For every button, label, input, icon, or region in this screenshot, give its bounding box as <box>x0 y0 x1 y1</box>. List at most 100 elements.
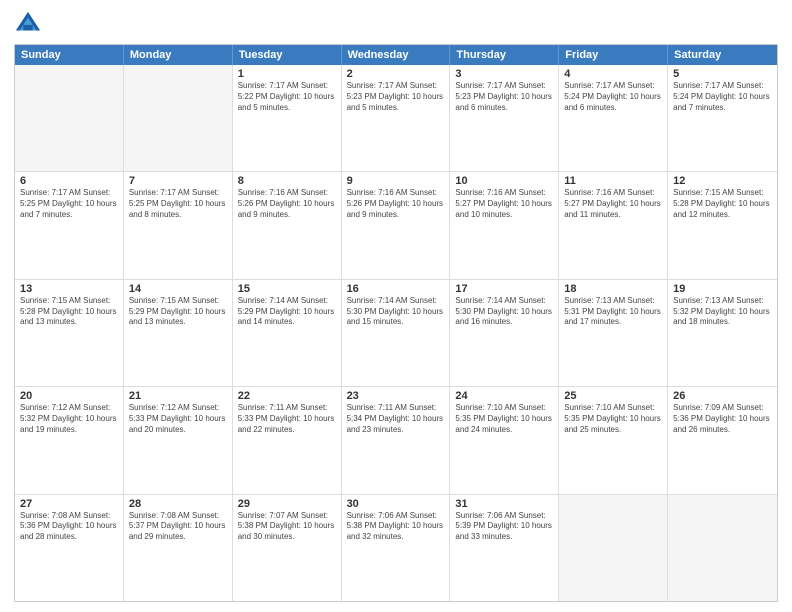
day-number: 8 <box>238 175 336 187</box>
header-day-wednesday: Wednesday <box>342 45 451 65</box>
day-number: 20 <box>20 390 118 402</box>
cell-info: Sunrise: 7:17 AM Sunset: 5:23 PM Dayligh… <box>455 81 553 113</box>
calendar-cell: 29Sunrise: 7:07 AM Sunset: 5:38 PM Dayli… <box>233 495 342 601</box>
cell-info: Sunrise: 7:11 AM Sunset: 5:33 PM Dayligh… <box>238 403 336 435</box>
cell-info: Sunrise: 7:13 AM Sunset: 5:32 PM Dayligh… <box>673 296 772 328</box>
cell-info: Sunrise: 7:16 AM Sunset: 5:27 PM Dayligh… <box>455 188 553 220</box>
cell-info: Sunrise: 7:14 AM Sunset: 5:29 PM Dayligh… <box>238 296 336 328</box>
header <box>14 10 778 38</box>
calendar-cell: 5Sunrise: 7:17 AM Sunset: 5:24 PM Daylig… <box>668 65 777 171</box>
day-number: 12 <box>673 175 772 187</box>
calendar-cell: 21Sunrise: 7:12 AM Sunset: 5:33 PM Dayli… <box>124 387 233 493</box>
calendar-week-1: 1Sunrise: 7:17 AM Sunset: 5:22 PM Daylig… <box>15 65 777 171</box>
header-day-saturday: Saturday <box>668 45 777 65</box>
day-number: 22 <box>238 390 336 402</box>
calendar-header: SundayMondayTuesdayWednesdayThursdayFrid… <box>15 45 777 65</box>
day-number: 28 <box>129 498 227 510</box>
cell-info: Sunrise: 7:12 AM Sunset: 5:32 PM Dayligh… <box>20 403 118 435</box>
calendar-cell: 4Sunrise: 7:17 AM Sunset: 5:24 PM Daylig… <box>559 65 668 171</box>
calendar-cell: 26Sunrise: 7:09 AM Sunset: 5:36 PM Dayli… <box>668 387 777 493</box>
calendar-cell: 31Sunrise: 7:06 AM Sunset: 5:39 PM Dayli… <box>450 495 559 601</box>
calendar-cell: 9Sunrise: 7:16 AM Sunset: 5:26 PM Daylig… <box>342 172 451 278</box>
day-number: 17 <box>455 283 553 295</box>
calendar-week-3: 13Sunrise: 7:15 AM Sunset: 5:28 PM Dayli… <box>15 279 777 386</box>
cell-info: Sunrise: 7:06 AM Sunset: 5:38 PM Dayligh… <box>347 511 445 543</box>
cell-info: Sunrise: 7:15 AM Sunset: 5:28 PM Dayligh… <box>673 188 772 220</box>
calendar-cell <box>559 495 668 601</box>
calendar-cell: 28Sunrise: 7:08 AM Sunset: 5:37 PM Dayli… <box>124 495 233 601</box>
day-number: 29 <box>238 498 336 510</box>
day-number: 27 <box>20 498 118 510</box>
cell-info: Sunrise: 7:17 AM Sunset: 5:24 PM Dayligh… <box>673 81 772 113</box>
calendar: SundayMondayTuesdayWednesdayThursdayFrid… <box>14 44 778 602</box>
cell-info: Sunrise: 7:16 AM Sunset: 5:26 PM Dayligh… <box>238 188 336 220</box>
cell-info: Sunrise: 7:17 AM Sunset: 5:24 PM Dayligh… <box>564 81 662 113</box>
cell-info: Sunrise: 7:06 AM Sunset: 5:39 PM Dayligh… <box>455 511 553 543</box>
day-number: 4 <box>564 68 662 80</box>
cell-info: Sunrise: 7:15 AM Sunset: 5:29 PM Dayligh… <box>129 296 227 328</box>
day-number: 21 <box>129 390 227 402</box>
cell-info: Sunrise: 7:17 AM Sunset: 5:22 PM Dayligh… <box>238 81 336 113</box>
calendar-cell: 30Sunrise: 7:06 AM Sunset: 5:38 PM Dayli… <box>342 495 451 601</box>
calendar-cell: 11Sunrise: 7:16 AM Sunset: 5:27 PM Dayli… <box>559 172 668 278</box>
cell-info: Sunrise: 7:10 AM Sunset: 5:35 PM Dayligh… <box>455 403 553 435</box>
cell-info: Sunrise: 7:10 AM Sunset: 5:35 PM Dayligh… <box>564 403 662 435</box>
calendar-cell: 1Sunrise: 7:17 AM Sunset: 5:22 PM Daylig… <box>233 65 342 171</box>
calendar-week-5: 27Sunrise: 7:08 AM Sunset: 5:36 PM Dayli… <box>15 494 777 601</box>
cell-info: Sunrise: 7:14 AM Sunset: 5:30 PM Dayligh… <box>347 296 445 328</box>
header-day-friday: Friday <box>559 45 668 65</box>
day-number: 2 <box>347 68 445 80</box>
calendar-cell: 14Sunrise: 7:15 AM Sunset: 5:29 PM Dayli… <box>124 280 233 386</box>
cell-info: Sunrise: 7:16 AM Sunset: 5:27 PM Dayligh… <box>564 188 662 220</box>
day-number: 7 <box>129 175 227 187</box>
calendar-cell: 20Sunrise: 7:12 AM Sunset: 5:32 PM Dayli… <box>15 387 124 493</box>
cell-info: Sunrise: 7:07 AM Sunset: 5:38 PM Dayligh… <box>238 511 336 543</box>
header-day-sunday: Sunday <box>15 45 124 65</box>
day-number: 6 <box>20 175 118 187</box>
calendar-cell: 17Sunrise: 7:14 AM Sunset: 5:30 PM Dayli… <box>450 280 559 386</box>
day-number: 5 <box>673 68 772 80</box>
header-day-tuesday: Tuesday <box>233 45 342 65</box>
day-number: 31 <box>455 498 553 510</box>
calendar-cell: 10Sunrise: 7:16 AM Sunset: 5:27 PM Dayli… <box>450 172 559 278</box>
calendar-cell <box>124 65 233 171</box>
cell-info: Sunrise: 7:15 AM Sunset: 5:28 PM Dayligh… <box>20 296 118 328</box>
calendar-cell: 18Sunrise: 7:13 AM Sunset: 5:31 PM Dayli… <box>559 280 668 386</box>
calendar-cell: 19Sunrise: 7:13 AM Sunset: 5:32 PM Dayli… <box>668 280 777 386</box>
calendar-cell: 23Sunrise: 7:11 AM Sunset: 5:34 PM Dayli… <box>342 387 451 493</box>
page: SundayMondayTuesdayWednesdayThursdayFrid… <box>0 0 792 612</box>
cell-info: Sunrise: 7:13 AM Sunset: 5:31 PM Dayligh… <box>564 296 662 328</box>
day-number: 10 <box>455 175 553 187</box>
cell-info: Sunrise: 7:14 AM Sunset: 5:30 PM Dayligh… <box>455 296 553 328</box>
day-number: 19 <box>673 283 772 295</box>
calendar-cell: 22Sunrise: 7:11 AM Sunset: 5:33 PM Dayli… <box>233 387 342 493</box>
day-number: 13 <box>20 283 118 295</box>
calendar-cell: 13Sunrise: 7:15 AM Sunset: 5:28 PM Dayli… <box>15 280 124 386</box>
calendar-cell <box>15 65 124 171</box>
calendar-body: 1Sunrise: 7:17 AM Sunset: 5:22 PM Daylig… <box>15 65 777 601</box>
logo <box>14 10 46 38</box>
calendar-cell: 16Sunrise: 7:14 AM Sunset: 5:30 PM Dayli… <box>342 280 451 386</box>
day-number: 15 <box>238 283 336 295</box>
calendar-cell: 25Sunrise: 7:10 AM Sunset: 5:35 PM Dayli… <box>559 387 668 493</box>
cell-info: Sunrise: 7:12 AM Sunset: 5:33 PM Dayligh… <box>129 403 227 435</box>
cell-info: Sunrise: 7:17 AM Sunset: 5:25 PM Dayligh… <box>20 188 118 220</box>
day-number: 25 <box>564 390 662 402</box>
day-number: 9 <box>347 175 445 187</box>
cell-info: Sunrise: 7:11 AM Sunset: 5:34 PM Dayligh… <box>347 403 445 435</box>
calendar-cell: 12Sunrise: 7:15 AM Sunset: 5:28 PM Dayli… <box>668 172 777 278</box>
cell-info: Sunrise: 7:08 AM Sunset: 5:36 PM Dayligh… <box>20 511 118 543</box>
day-number: 14 <box>129 283 227 295</box>
calendar-cell: 15Sunrise: 7:14 AM Sunset: 5:29 PM Dayli… <box>233 280 342 386</box>
day-number: 23 <box>347 390 445 402</box>
day-number: 30 <box>347 498 445 510</box>
calendar-cell: 3Sunrise: 7:17 AM Sunset: 5:23 PM Daylig… <box>450 65 559 171</box>
day-number: 18 <box>564 283 662 295</box>
day-number: 1 <box>238 68 336 80</box>
calendar-week-2: 6Sunrise: 7:17 AM Sunset: 5:25 PM Daylig… <box>15 171 777 278</box>
day-number: 11 <box>564 175 662 187</box>
calendar-cell <box>668 495 777 601</box>
day-number: 3 <box>455 68 553 80</box>
calendar-cell: 7Sunrise: 7:17 AM Sunset: 5:25 PM Daylig… <box>124 172 233 278</box>
cell-info: Sunrise: 7:08 AM Sunset: 5:37 PM Dayligh… <box>129 511 227 543</box>
